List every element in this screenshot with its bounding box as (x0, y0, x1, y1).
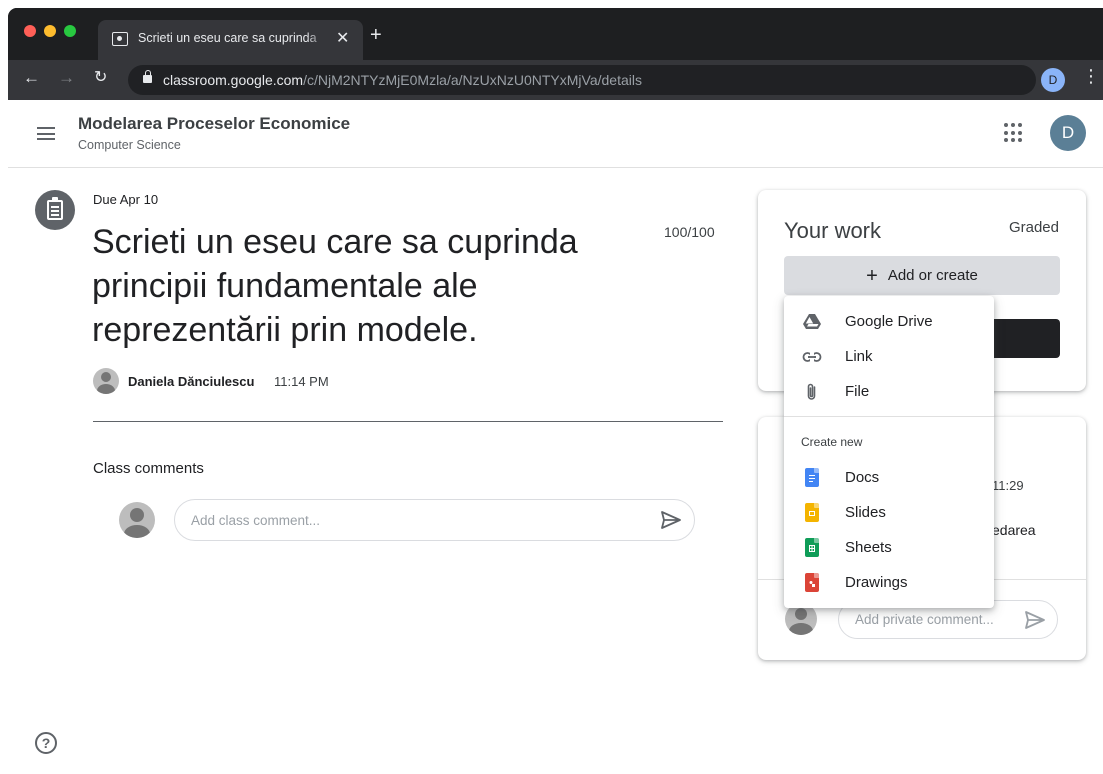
class-comments-title: Class comments (93, 460, 204, 477)
browser-toolbar: ← → ↻ classroom.google.com/c/NjM2NTYzMjE… (8, 60, 1103, 100)
reload-icon[interactable]: ↻ (94, 68, 107, 88)
points-score: 100/100 (664, 224, 715, 240)
paperclip-icon (807, 383, 816, 400)
forward-arrow-icon[interactable]: → (58, 68, 75, 88)
assignment-title: Scrieti un eseu care sa cuprinda princip… (92, 223, 578, 349)
url-text[interactable]: classroom.google.com/c/NjM2NTYzMjE0Mzla/… (163, 72, 642, 88)
slides-icon (802, 503, 822, 523)
add-or-create-button[interactable]: + Add or create (784, 256, 1060, 295)
classroom-favicon-icon (112, 32, 128, 46)
menu-item-label: Drawings (845, 574, 908, 591)
add-or-create-label: Add or create (887, 267, 978, 284)
menu-item-label: Google Drive (845, 313, 933, 330)
menu-item-label: Sheets (845, 539, 892, 556)
url-path: /c/NjM2NTYzMjE0Mzla/a/NzUxNzU0NTYxMjVa/d… (303, 72, 642, 88)
menu-item-link[interactable]: Link (784, 339, 994, 374)
address-bar[interactable]: classroom.google.com/c/NjM2NTYzMjE0Mzla/… (128, 65, 1036, 95)
minimize-window-button[interactable] (44, 25, 56, 37)
send-icon[interactable] (1024, 610, 1046, 630)
author-avatar (93, 368, 119, 394)
browser-profile-avatar[interactable]: D (1041, 68, 1065, 92)
menu-item-drawings[interactable]: Drawings (784, 565, 994, 600)
app-header: Modelarea Proceselor Economice Computer … (8, 100, 1103, 168)
menu-item-label: Link (845, 348, 873, 365)
hamburger-menu-icon[interactable] (37, 127, 55, 140)
menu-item-label: Slides (845, 504, 886, 521)
account-avatar[interactable]: D (1050, 115, 1086, 151)
browser-tab-active[interactable]: Scrieti un eseu care sa cuprinda ✕ (98, 20, 363, 60)
browser-window: Scrieti un eseu care sa cuprinda ✕ + ← →… (8, 8, 1103, 100)
lock-icon (143, 70, 152, 83)
tab-close-icon[interactable]: ✕ (336, 29, 349, 49)
post-time: 11:14 PM (274, 374, 329, 389)
private-comment-text: edarea (992, 522, 1036, 538)
create-new-label: Create new (801, 435, 863, 449)
menu-item-slides[interactable]: Slides (784, 495, 994, 530)
menu-item-sheets[interactable]: Sheets (784, 530, 994, 565)
new-tab-button[interactable]: + (370, 25, 382, 45)
send-icon[interactable] (660, 510, 682, 530)
menu-item-label: Docs (845, 469, 880, 486)
help-icon[interactable]: ? (35, 732, 57, 754)
user-avatar (119, 502, 155, 538)
menu-divider (784, 416, 994, 417)
close-window-button[interactable] (24, 25, 36, 37)
section-divider (93, 421, 723, 422)
maximize-window-button[interactable] (64, 25, 76, 37)
plus-icon: + (866, 265, 878, 287)
url-host: classroom.google.com (163, 72, 304, 88)
class-comment-input[interactable] (174, 499, 695, 541)
google-drive-icon (803, 314, 821, 329)
your-work-title: Your work (784, 218, 882, 243)
back-arrow-icon[interactable]: ← (23, 68, 40, 88)
grade-status: Graded (1008, 219, 1059, 236)
drawings-icon (802, 573, 822, 593)
private-comment-time: 11:29 (992, 478, 1024, 493)
tab-title: Scrieti un eseu care sa cuprinda (138, 31, 328, 45)
docs-icon (802, 468, 822, 488)
menu-item-docs[interactable]: Docs (784, 460, 994, 495)
menu-item-label: File (845, 383, 870, 400)
sheets-icon (802, 538, 822, 558)
author-name: Daniela Dănciulescu (128, 374, 255, 389)
due-date: Due Apr 10 (93, 192, 159, 207)
add-or-create-menu: Google Drive Link File Create new Docs S… (784, 296, 994, 608)
chrome-menu-icon[interactable]: ⋮ (1082, 66, 1100, 86)
google-apps-icon[interactable] (1004, 123, 1024, 143)
menu-item-file[interactable]: File (784, 374, 994, 409)
menu-item-google-drive[interactable]: Google Drive (784, 304, 994, 339)
class-section: Computer Science (78, 138, 181, 152)
assignment-icon (35, 190, 75, 230)
link-icon (802, 352, 822, 362)
class-name[interactable]: Modelarea Proceselor Economice (78, 114, 350, 134)
tab-strip: Scrieti un eseu care sa cuprinda ✕ + (8, 8, 1103, 60)
